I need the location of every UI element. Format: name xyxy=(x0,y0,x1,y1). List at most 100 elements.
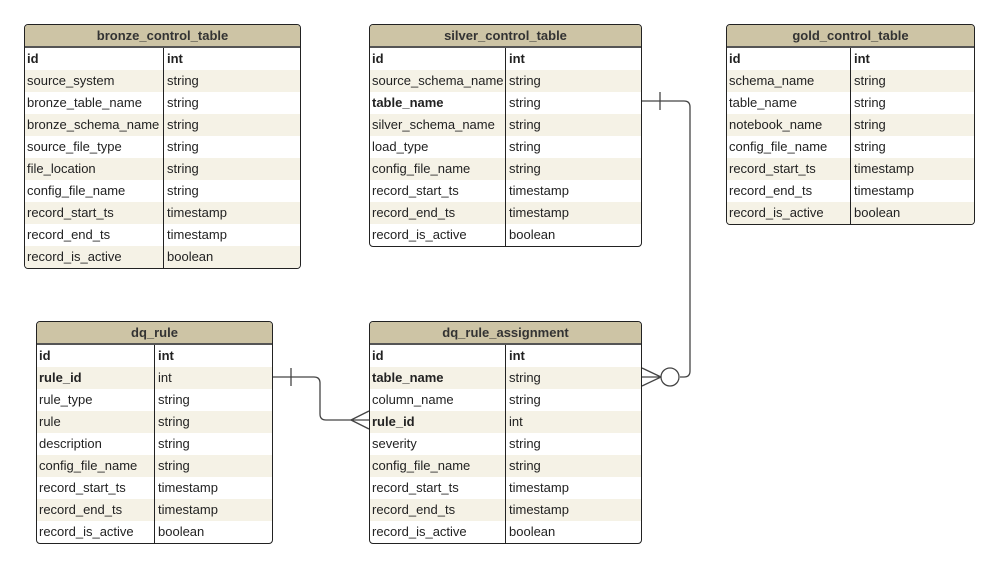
column-type: string xyxy=(854,139,886,154)
column-type: timestamp xyxy=(167,205,227,220)
column-name: bronze_table_name xyxy=(25,92,164,114)
table-row: record_start_ts timestamp xyxy=(37,477,272,499)
column-type: string xyxy=(167,73,199,88)
column-name: config_file_name xyxy=(370,455,506,477)
table-row: table_name string xyxy=(370,367,641,389)
column-name: record_end_ts xyxy=(25,224,164,246)
table-row: config_file_name string xyxy=(37,455,272,477)
column-type: boolean xyxy=(167,249,214,264)
column-name: source_schema_name xyxy=(370,70,506,92)
column-name: config_file_name xyxy=(25,180,164,202)
table-row: record_is_active boolean xyxy=(25,246,300,268)
table-title: dq_rule xyxy=(37,322,272,345)
table-row: record_is_active boolean xyxy=(370,521,641,543)
column-name: record_end_ts xyxy=(727,180,851,202)
column-name: bronze_schema_name xyxy=(25,114,164,136)
table-row: rule_id int xyxy=(370,411,641,433)
table-row: schema_name string xyxy=(727,70,974,92)
column-type: string xyxy=(509,139,541,154)
column-type: boolean xyxy=(854,205,901,220)
column-type: string xyxy=(509,117,541,132)
column-name: rule xyxy=(37,411,155,433)
column-type: string xyxy=(509,73,541,88)
column-type: timestamp xyxy=(854,161,914,176)
column-type: string xyxy=(167,139,199,154)
table-row: id int xyxy=(25,48,300,70)
column-name: config_file_name xyxy=(37,455,155,477)
column-name: config_file_name xyxy=(370,158,506,180)
table-row: record_end_ts timestamp xyxy=(37,499,272,521)
column-name: record_is_active xyxy=(37,521,155,543)
column-type: timestamp xyxy=(167,227,227,242)
column-name: load_type xyxy=(370,136,506,158)
column-type: int xyxy=(158,370,172,385)
column-type: string xyxy=(509,95,541,110)
column-name: record_is_active xyxy=(370,224,506,246)
column-type: string xyxy=(854,95,886,110)
column-name: id xyxy=(370,48,506,70)
column-type: string xyxy=(158,414,190,429)
column-type: int xyxy=(158,348,174,363)
column-type: int xyxy=(509,348,525,363)
column-type: boolean xyxy=(509,227,556,242)
column-name: table_name xyxy=(727,92,851,114)
column-type: int xyxy=(509,414,523,429)
column-type: string xyxy=(509,161,541,176)
table-row: record_start_ts timestamp xyxy=(727,158,974,180)
table-row: config_file_name string xyxy=(370,455,641,477)
column-name: record_start_ts xyxy=(370,180,506,202)
column-name: record_is_active xyxy=(370,521,506,543)
table-row: bronze_schema_name string xyxy=(25,114,300,136)
table-row: record_start_ts timestamp xyxy=(25,202,300,224)
column-type: int xyxy=(509,51,525,66)
column-type: string xyxy=(509,436,541,451)
column-type: string xyxy=(158,458,190,473)
column-name: id xyxy=(37,345,155,367)
column-name: record_start_ts xyxy=(37,477,155,499)
table-row: source_system string xyxy=(25,70,300,92)
column-name: record_is_active xyxy=(727,202,851,224)
column-name: table_name xyxy=(370,367,506,389)
table-row: column_name string xyxy=(370,389,641,411)
table-row: record_end_ts timestamp xyxy=(727,180,974,202)
table-row: record_is_active boolean xyxy=(370,224,641,246)
bronze-table[interactable]: bronze_control_table id int source_system st… xyxy=(24,24,301,269)
column-name: record_start_ts xyxy=(727,158,851,180)
table-row: rule string xyxy=(37,411,272,433)
table-row: id int xyxy=(727,48,974,70)
column-name: record_is_active xyxy=(25,246,164,268)
column-name: id xyxy=(25,48,164,70)
column-type: timestamp xyxy=(854,183,914,198)
column-name: notebook_name xyxy=(727,114,851,136)
column-name: record_end_ts xyxy=(370,202,506,224)
dq-rule-assignment-table[interactable]: dq_rule_assignment id int table_name string c… xyxy=(369,321,642,544)
table-row: table_name string xyxy=(370,92,641,114)
crows-foot-marker xyxy=(641,367,662,387)
gold-table[interactable]: gold_control_table id int schema_name string… xyxy=(726,24,975,225)
column-type: string xyxy=(167,117,199,132)
silver-table[interactable]: silver_control_table id int source_schema_n… xyxy=(369,24,642,247)
table-row: record_end_ts timestamp xyxy=(370,202,641,224)
table-row: id int xyxy=(370,345,641,367)
table-row: record_is_active boolean xyxy=(727,202,974,224)
column-name: description xyxy=(37,433,155,455)
table-row: record_start_ts timestamp xyxy=(370,180,641,202)
column-type: timestamp xyxy=(509,480,569,495)
column-name: rule_id xyxy=(370,411,506,433)
table-title: bronze_control_table xyxy=(25,25,300,48)
column-type: string xyxy=(854,73,886,88)
table-row: source_file_type string xyxy=(25,136,300,158)
dq-rule-table[interactable]: dq_rule id int rule_id int rule_type string rul… xyxy=(36,321,273,544)
column-type: string xyxy=(158,392,190,407)
column-name: file_location xyxy=(25,158,164,180)
table-row: description string xyxy=(37,433,272,455)
column-name: column_name xyxy=(370,389,506,411)
table-title: silver_control_table xyxy=(370,25,641,48)
column-type: boolean xyxy=(509,524,556,539)
column-name: id xyxy=(727,48,851,70)
table-row: notebook_name string xyxy=(727,114,974,136)
table-title: gold_control_table xyxy=(727,25,974,48)
table-row: severity string xyxy=(370,433,641,455)
table-row: source_schema_name string xyxy=(370,70,641,92)
column-type: string xyxy=(509,370,541,385)
